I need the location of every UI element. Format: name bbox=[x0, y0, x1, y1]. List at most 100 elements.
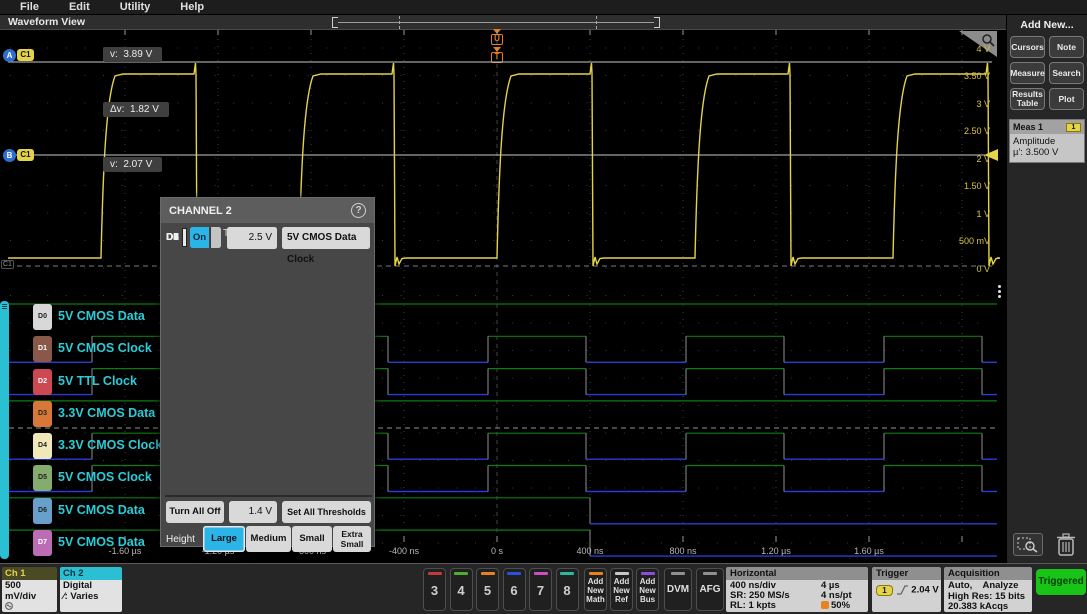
panel-drag-handle[interactable] bbox=[998, 283, 1002, 300]
trigger-level-arrow[interactable] bbox=[984, 149, 998, 161]
digital-bit-badge[interactable]: D5 bbox=[33, 465, 52, 491]
minimap-divider bbox=[596, 16, 597, 29]
digital-bit-badge[interactable]: D6 bbox=[33, 498, 52, 524]
digital-channel-label: 5V CMOS Clock bbox=[58, 470, 152, 484]
bit-toggle-knob[interactable] bbox=[210, 227, 221, 248]
add-button-label: Add New Ref bbox=[611, 577, 632, 604]
channel-button[interactable]: 7 bbox=[529, 568, 552, 611]
channel-color-bar bbox=[534, 572, 548, 575]
dvm-color-bar bbox=[671, 572, 685, 575]
record-view-minimap[interactable] bbox=[332, 15, 660, 30]
trigger-source-pill: 1 bbox=[876, 585, 893, 596]
acquisition-panel[interactable]: Acquisition Auto, Analyze High Res: 15 b… bbox=[944, 567, 1032, 612]
cursor-b-badge[interactable]: B bbox=[3, 149, 16, 162]
add-new-button[interactable]: Plot bbox=[1049, 88, 1084, 110]
add-new-button[interactable]: Search bbox=[1049, 62, 1084, 84]
menu-utility[interactable]: Utility bbox=[120, 1, 151, 13]
cursor-a-readout[interactable]: v: 3.89 V bbox=[103, 47, 162, 62]
voltage-tick-label: 2.50 V bbox=[930, 126, 990, 136]
digital-bit-badge[interactable]: D7 bbox=[33, 530, 52, 556]
bit-label-field[interactable]: 5V CMOS Data bbox=[282, 227, 370, 249]
cursor-b-readout[interactable]: v: 2.07 V bbox=[103, 157, 162, 172]
add-button[interactable]: Add New Bus bbox=[636, 568, 659, 611]
meas1-badge-panel[interactable]: Meas 1 1 Amplitude µ': 3.500 V bbox=[1009, 119, 1085, 163]
ch1-body: 500 mV/div 100 MHz bbox=[2, 580, 57, 612]
bit-on-toggle[interactable]: On bbox=[190, 227, 209, 248]
help-icon[interactable]: ? bbox=[351, 203, 366, 218]
position-marker-icon bbox=[821, 601, 829, 609]
cursor-delta-readout[interactable]: Δv: 1.82 V bbox=[103, 102, 169, 117]
add-new-button[interactable]: Note bbox=[1049, 36, 1084, 58]
channel-button[interactable]: 3 bbox=[423, 568, 446, 611]
channel-button[interactable]: 5 bbox=[476, 568, 499, 611]
horizontal-position: 50% bbox=[821, 601, 850, 612]
dialog-divider bbox=[165, 495, 372, 497]
add-new-button[interactable]: Cursors bbox=[1010, 36, 1045, 58]
ch1-ground-marker[interactable]: C1 bbox=[1, 260, 14, 269]
channel-button[interactable]: 4 bbox=[450, 568, 473, 611]
ch1-badge[interactable]: Ch 1 500 mV/div 100 MHz bbox=[2, 567, 57, 612]
horizontal-panel[interactable]: Horizontal 400 ns/div 4 µs SR: 250 MS/s … bbox=[726, 567, 868, 612]
menu-edit[interactable]: Edit bbox=[69, 1, 90, 13]
waveform-view[interactable]: Waveform View U T 4 V3.50 bbox=[0, 15, 1006, 563]
height-medium-button[interactable]: Medium bbox=[246, 526, 291, 552]
channel-number: 8 bbox=[557, 583, 578, 598]
bit-color-chip bbox=[182, 228, 187, 247]
trash-button[interactable] bbox=[1055, 532, 1077, 563]
menu-help[interactable]: Help bbox=[180, 1, 204, 13]
zoom-mode-button[interactable] bbox=[1013, 533, 1043, 556]
voltage-tick-label: 1.50 V bbox=[930, 181, 990, 191]
digital-bit-badge[interactable]: D3 bbox=[33, 401, 52, 427]
menu-file[interactable]: File bbox=[20, 1, 39, 13]
add-new-button[interactable]: Measure bbox=[1010, 62, 1045, 84]
bit-threshold-field[interactable]: 2.5 V bbox=[227, 227, 277, 249]
cursor-a-source-badge[interactable]: C1 bbox=[17, 49, 34, 61]
channel-button[interactable]: 6 bbox=[503, 568, 526, 611]
add-new-buttons: CursorsNoteMeasureSearchResults TablePlo… bbox=[1007, 31, 1087, 115]
digital-bit-badge[interactable]: D2 bbox=[33, 369, 52, 395]
minimap-right-bracket[interactable] bbox=[654, 17, 660, 28]
ch2-header: Ch 2 bbox=[60, 567, 122, 580]
channel-color-bar bbox=[454, 572, 468, 575]
time-tick-label: 1.20 µs bbox=[746, 546, 806, 556]
digital-bit-badge[interactable]: D0 bbox=[33, 304, 52, 330]
trigger-title: Trigger bbox=[872, 567, 941, 580]
height-extra-small-button[interactable]: Extra Small bbox=[333, 526, 371, 552]
channel-button[interactable]: 8 bbox=[556, 568, 579, 611]
time-tick-label: 0 s bbox=[467, 546, 527, 556]
cursor-b-source-badge[interactable]: C1 bbox=[17, 149, 34, 161]
zoom-box-magnifier-icon bbox=[1017, 537, 1039, 553]
trigger-panel[interactable]: Trigger 1 2.04 V bbox=[872, 567, 941, 612]
turn-all-off-button[interactable]: Turn All Off bbox=[166, 501, 224, 523]
digital-channel-label: 5V CMOS Data bbox=[58, 535, 145, 549]
add-button[interactable]: Add New Math bbox=[584, 568, 607, 611]
ch1-coupling-icon bbox=[5, 602, 54, 612]
ch2-mode: Digital bbox=[63, 581, 119, 592]
channel-color-bar bbox=[507, 572, 521, 575]
channel-number: 6 bbox=[504, 583, 525, 598]
ch2-badge[interactable]: Ch 2 Digital ∕: Varies bbox=[60, 567, 122, 612]
horizontal-title: Horizontal bbox=[726, 567, 868, 580]
digital-channel-label: 5V CMOS Clock bbox=[58, 341, 152, 355]
height-small-button[interactable]: Small bbox=[292, 526, 332, 552]
digital-bit-badge[interactable]: D1 bbox=[33, 336, 52, 362]
tab-waveform-view[interactable]: Waveform View bbox=[8, 16, 85, 28]
voltage-tick-label: 3.50 V bbox=[930, 71, 990, 81]
trigger-body: 1 2.04 V bbox=[872, 580, 941, 612]
all-threshold-field[interactable]: 1.4 V bbox=[229, 501, 277, 523]
set-all-thresholds-button[interactable]: Set All Thresholds bbox=[282, 501, 371, 523]
add-new-button[interactable]: Results Table bbox=[1010, 88, 1045, 110]
dvm-button[interactable]: DVM bbox=[664, 568, 692, 611]
trash-icon bbox=[1055, 532, 1077, 558]
dvm-label: DVM bbox=[665, 584, 691, 595]
height-large-button[interactable]: Large bbox=[203, 526, 245, 552]
minimap-left-bracket[interactable] bbox=[332, 17, 338, 28]
acquisition-count: 20.383 kAcqs bbox=[948, 602, 1028, 612]
add-button-label: Add New Bus bbox=[637, 577, 658, 604]
digital-bit-badge[interactable]: D4 bbox=[33, 433, 52, 459]
add-color-bar bbox=[615, 572, 629, 575]
afg-button[interactable]: AFG bbox=[696, 568, 724, 611]
add-button[interactable]: Add New Ref bbox=[610, 568, 633, 611]
cursor-a-badge[interactable]: A bbox=[3, 49, 16, 62]
dialog-header[interactable]: CHANNEL 2 ? bbox=[161, 198, 374, 223]
